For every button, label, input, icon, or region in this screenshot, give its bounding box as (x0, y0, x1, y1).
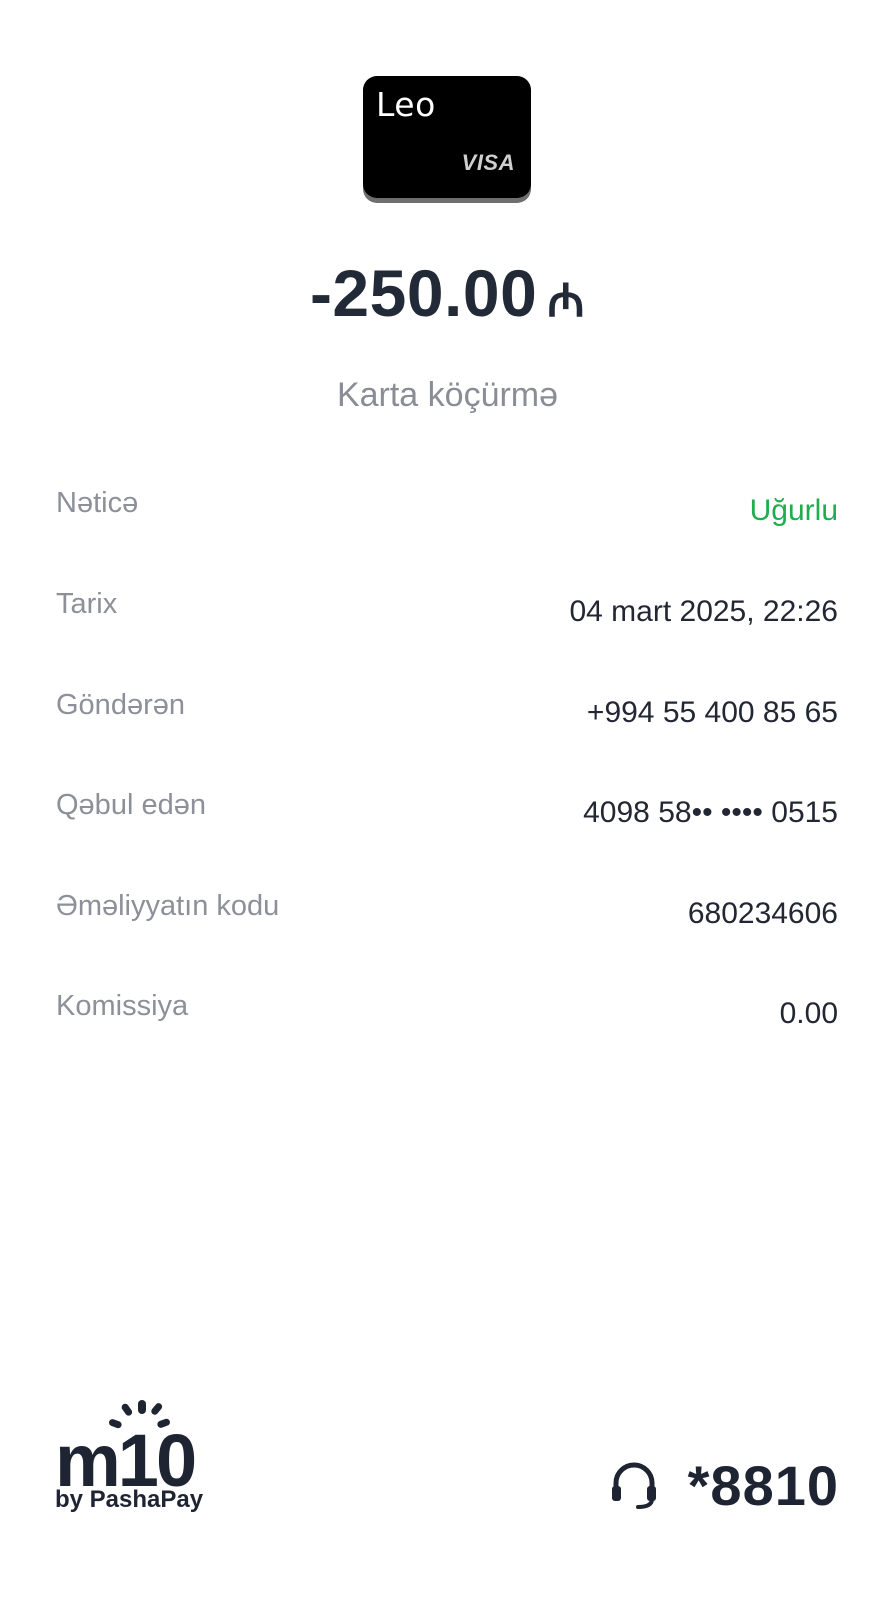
status-badge: Uğurlu (749, 494, 838, 527)
detail-row-operation-code: Əməliyyatın kodu 680234606 (56, 890, 838, 940)
headset-icon (611, 1462, 656, 1509)
logo-subtitle: by PashaPay (55, 1486, 204, 1513)
detail-row-recipient: Qəbul edən 4098 58•• •••• 0515 (56, 789, 838, 839)
support-phone-number[interactable]: *8810 (688, 1453, 839, 1518)
card-name: Leo (376, 85, 436, 124)
detail-value: 4098 58•• •••• 0515 (583, 796, 838, 829)
detail-label: Əməliyyatın kodu (56, 890, 280, 922)
detail-value: 0.00 (779, 997, 838, 1030)
m10-logo: m10 by PashaPay (55, 1398, 215, 1518)
detail-label: Göndərən (56, 689, 185, 721)
detail-row-result: Nəticə Uğurlu (56, 487, 838, 537)
visa-logo: VISA (461, 150, 515, 175)
detail-row-date: Tarix 04 mart 2025, 22:26 (56, 588, 838, 638)
detail-value: +994 55 400 85 65 (586, 696, 838, 729)
detail-value: 680234606 (687, 897, 838, 930)
support-contact[interactable]: *8810 (608, 1450, 839, 1520)
detail-row-sender: Göndərən +994 55 400 85 65 (56, 689, 838, 739)
card-thumbnail: Leo VISA (363, 76, 531, 198)
detail-label: Nəticə (56, 487, 139, 519)
transaction-type: Karta köçürmə (336, 376, 559, 414)
transaction-amount: -250.00 ₼ (0, 255, 895, 331)
detail-label: Qəbul edən (56, 789, 206, 821)
amount-value: -250.00 (309, 256, 538, 330)
detail-value: 04 mart 2025, 22:26 (569, 595, 838, 628)
detail-label: Komissiya (56, 990, 189, 1022)
detail-row-commission: Komissiya 0.00 (56, 990, 838, 1040)
detail-label: Tarix (56, 588, 118, 620)
currency-symbol: ₼ (547, 273, 586, 327)
